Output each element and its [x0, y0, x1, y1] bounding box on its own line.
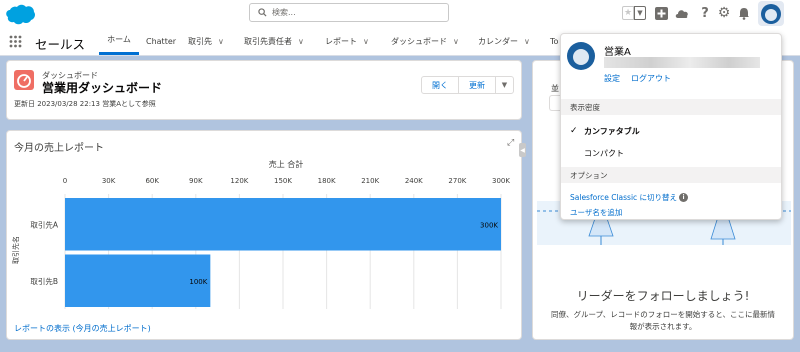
follow-empty-title: リーダーをフォローしましょう! [576, 289, 750, 303]
chart-title: 売上 合計 [269, 159, 304, 169]
star-icon: ★ [623, 8, 633, 18]
trailhead-button[interactable] [675, 6, 689, 20]
checkmark-icon: ✓ [570, 126, 578, 136]
follow-empty-description: 同僚、グループ、レコードのフォローを開始すると、ここに最新情報が表示されます。 [550, 310, 776, 331]
page-title: 営業用ダッシュボード [42, 81, 163, 95]
chevron-down-icon: ▼ [637, 9, 643, 17]
chevron-down-icon[interactable]: ∨ [453, 37, 459, 46]
density-option-comfortable[interactable]: カンファタブル [584, 126, 640, 137]
salesforce-logo[interactable] [4, 3, 36, 25]
nav-item-home[interactable]: ホーム [99, 27, 139, 55]
expand-icon[interactable]: ⤢ [507, 138, 514, 148]
help-button[interactable]: ? [698, 5, 712, 21]
x-tick-label: 180K [318, 177, 336, 185]
notifications-button[interactable] [737, 6, 751, 20]
avatar [761, 3, 781, 24]
app-name: セールス [35, 37, 86, 52]
global-actions-button[interactable] [654, 6, 668, 20]
info-icon[interactable]: i [679, 193, 688, 202]
nav-item-dashboards[interactable]: ダッシュボード ∨ [391, 27, 459, 55]
density-option-compact[interactable]: コンパクト [584, 148, 624, 159]
open-button-label: 開く [432, 80, 448, 90]
x-tick-label: 270K [448, 177, 466, 185]
data-label: 100K [189, 278, 207, 286]
avatar[interactable] [567, 42, 595, 70]
chevron-down-icon[interactable]: ∨ [298, 37, 304, 46]
redacted-username [604, 57, 760, 68]
favorites-star-button[interactable]: ★ [622, 6, 634, 20]
cloud-icon [675, 9, 688, 18]
global-search-input[interactable]: 検索... [249, 3, 449, 22]
bar[interactable] [65, 198, 501, 251]
data-label: 300K [480, 221, 498, 229]
plus-icon [654, 6, 668, 20]
x-tick-label: 150K [274, 177, 292, 185]
x-tick-label: 60K [145, 177, 159, 185]
x-tick-label: 90K [189, 177, 203, 185]
gear-icon: ⚙ [717, 5, 731, 21]
nav-item-label: レポート [325, 36, 357, 46]
nav-item-label: カレンダー [478, 36, 518, 46]
logout-link[interactable]: ログアウト [631, 73, 671, 84]
category-label: 取引先A [30, 219, 58, 229]
x-tick-label: 240K [405, 177, 423, 185]
nav-item-label: 取引先 [188, 36, 212, 46]
view-report-link[interactable]: レポートの表示 (今月の売上レポート) [14, 323, 151, 334]
nav-item-label: Chatter [146, 36, 177, 46]
more-actions-button[interactable]: ▼ [495, 76, 514, 94]
app-launcher-icon[interactable] [9, 35, 22, 48]
favorites-menu-button[interactable]: ▼ [634, 6, 646, 20]
chevron-down-icon[interactable]: ∨ [363, 37, 369, 46]
user-name: 営業A [604, 47, 631, 58]
nav-item-truncated[interactable]: To [550, 27, 558, 55]
nav-item-accounts[interactable]: 取引先 ∨ [188, 27, 224, 55]
x-tick-label: 120K [230, 177, 248, 185]
add-username-link[interactable]: ユーザ名を追加 [570, 207, 622, 218]
chevron-down-icon: ▼ [501, 81, 508, 89]
dashboard-icon [14, 70, 34, 90]
category-label: 取引先B [30, 276, 58, 286]
x-tick-label: 210K [361, 177, 379, 185]
settings-link[interactable]: 設定 [604, 73, 620, 84]
nav-item-contacts[interactable]: 取引先責任者 ∨ [244, 27, 304, 55]
bar-chart: 売上 合計 取引先名 0 30K 60K 90K 120K 150K 180K 210K 240… [11, 159, 510, 309]
nav-item-label: 取引先責任者 [244, 36, 292, 46]
chevron-down-icon[interactable]: ∨ [218, 37, 224, 46]
dashboard-meta: 更新日 2023/03/28 22:13 営業Aとして参照 [14, 100, 156, 108]
question-icon: ? [701, 5, 709, 21]
nav-item-label: To [550, 36, 559, 46]
options-section-header: オプション [561, 167, 781, 183]
y-axis-label: 取引先名 [11, 236, 20, 264]
nav-item-chatter[interactable]: Chatter [146, 27, 176, 55]
nav-item-reports[interactable]: レポート ∨ [325, 27, 369, 55]
refresh-button[interactable]: 更新 [458, 76, 496, 94]
bell-icon [739, 7, 749, 20]
nav-item-label: ホーム [107, 35, 131, 44]
nav-item-label: ダッシュボード [391, 36, 447, 46]
setup-button[interactable]: ⚙ [717, 5, 731, 21]
search-placeholder: 検索... [272, 8, 296, 17]
switch-to-classic-link[interactable]: Salesforce Classic に切り替え [570, 192, 677, 203]
chevron-down-icon[interactable]: ∨ [524, 37, 530, 46]
x-tick-label: 30K [102, 177, 116, 185]
x-tick-label: 0 [63, 177, 67, 185]
user-avatar-button[interactable] [758, 1, 784, 26]
density-section-header: 表示密度 [561, 99, 781, 115]
chart-card-title: 今月の売上レポート [14, 143, 104, 154]
partial-label: 並 [551, 84, 559, 93]
nav-item-calendar[interactable]: カレンダー ∨ [478, 27, 530, 55]
open-button[interactable]: 開く [421, 76, 459, 94]
refresh-button-label: 更新 [469, 80, 485, 90]
search-icon [258, 8, 267, 17]
x-tick-label: 300K [492, 177, 510, 185]
